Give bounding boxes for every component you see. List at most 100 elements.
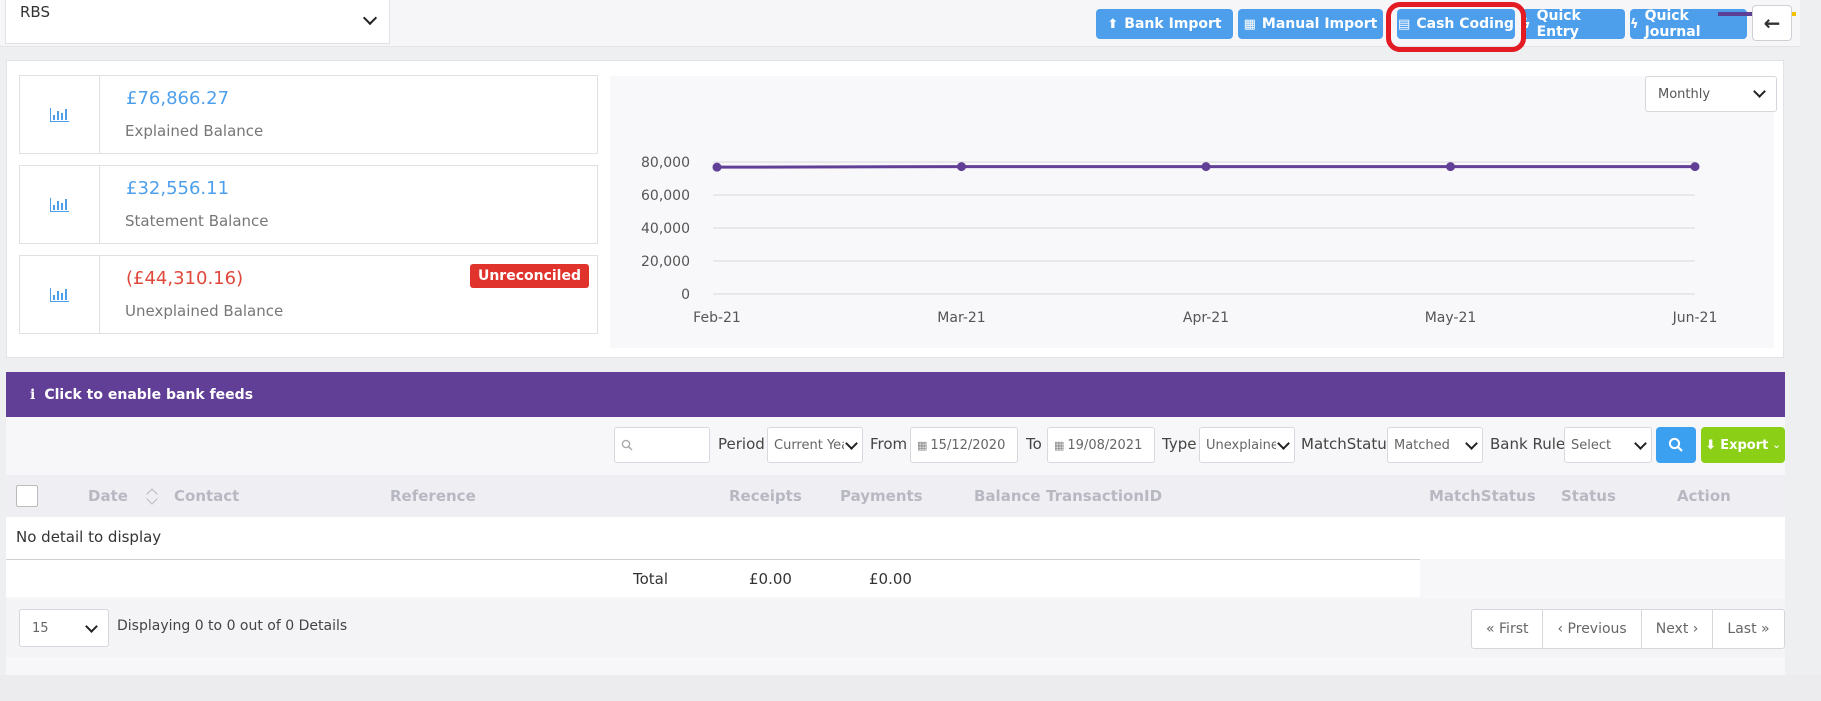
search-icon — [1668, 437, 1683, 452]
last-page-button[interactable]: Last » — [1713, 610, 1783, 648]
chevron-down-icon — [362, 10, 378, 25]
column-payments[interactable]: Payments — [840, 487, 923, 505]
explained-balance-amount: £76,866.27 — [126, 88, 230, 109]
chevron-down-icon — [1277, 436, 1290, 450]
chart-period-select[interactable]: Monthly — [1645, 76, 1777, 112]
data-point — [1201, 162, 1211, 172]
column-match-status[interactable]: MatchStatus — [1429, 487, 1536, 505]
download-icon: ⬇ — [1705, 437, 1717, 453]
data-point — [1690, 162, 1700, 172]
grid-icon: ▦ — [1243, 16, 1256, 32]
data-point — [957, 162, 966, 172]
statement-balance-card: £32,556.11 Statement Balance — [19, 165, 598, 244]
search-input[interactable] — [614, 427, 710, 463]
last-page-label: Last — [1727, 621, 1757, 637]
statement-balance-label: Statement Balance — [125, 212, 269, 230]
type-select[interactable]: Unexplained — [1199, 427, 1295, 463]
bank-rule-label: Bank Rule — [1490, 435, 1566, 453]
column-transaction-id[interactable]: TransactionID — [1046, 487, 1162, 505]
total-payments: £0.00 — [869, 570, 912, 588]
select-all-checkbox[interactable] — [16, 485, 38, 507]
double-chevron-right-icon: » — [1756, 621, 1770, 637]
statement-balance-amount: £32,556.11 — [126, 178, 230, 199]
pager: « First ‹ Previous Next › Last » — [1471, 609, 1785, 649]
caret-down-icon: ⌄ — [1772, 439, 1781, 451]
x-tick-label: Jun-21 — [1672, 310, 1718, 326]
bank-rule-select[interactable]: Select — [1564, 427, 1652, 463]
empty-table-row: No detail to display — [6, 517, 1785, 559]
column-status[interactable]: Status — [1561, 487, 1616, 505]
chevron-down-icon — [85, 619, 98, 633]
card-icon-box — [20, 76, 100, 153]
to-date-input[interactable]: ▦ 19/08/2021 — [1047, 427, 1155, 463]
calendar-icon: ▦ — [1054, 438, 1065, 452]
arrow-left-icon: ← — [1763, 11, 1781, 35]
y-tick-label: 20,000 — [641, 254, 690, 270]
bar-chart-icon — [50, 287, 69, 302]
double-chevron-left-icon: « — [1486, 621, 1500, 637]
balance-summary-panel: £76,866.27 Explained Balance £32,556.11 … — [6, 60, 1784, 358]
enable-bank-feeds-bar[interactable]: i Click to enable bank feeds — [6, 372, 1785, 417]
column-reference[interactable]: Reference — [390, 487, 476, 505]
card-icon-box — [20, 256, 100, 333]
empty-table-text: No detail to display — [16, 528, 162, 546]
quick-entry-button[interactable]: ϟ Quick Entry — [1522, 8, 1625, 40]
chevron-down-icon — [1465, 436, 1478, 450]
period-label: Period — [718, 435, 765, 453]
to-label: To — [1026, 435, 1042, 453]
search-icon — [621, 439, 633, 451]
y-tick-label: 0 — [681, 287, 690, 303]
bank-account-select[interactable]: RBS — [5, 0, 390, 44]
from-date-input[interactable]: ▦ 15/12/2020 — [910, 427, 1018, 463]
bank-account-value: RBS — [20, 2, 50, 21]
column-date[interactable]: Date — [88, 487, 128, 505]
first-page-label: First — [1499, 621, 1529, 637]
info-icon: i — [30, 386, 36, 403]
sort-icon[interactable] — [146, 487, 158, 505]
x-tick-label: May-21 — [1425, 310, 1477, 326]
total-label: Total — [633, 570, 669, 588]
period-value: Current Year — [774, 437, 844, 453]
period-select[interactable]: Current Year — [767, 427, 863, 463]
chevron-left-icon: ‹ — [1557, 621, 1568, 637]
x-tick-label: Apr-21 — [1183, 310, 1229, 326]
unexplained-balance-label: Unexplained Balance — [125, 302, 284, 320]
y-tick-label: 80,000 — [641, 155, 690, 171]
pagination-bar: 15 Displaying 0 to 0 out of 0 Details « … — [6, 599, 1785, 657]
column-balance[interactable]: Balance — [974, 487, 1041, 505]
display-count-text: Displaying 0 to 0 out of 0 Details — [117, 618, 348, 634]
data-point — [712, 162, 722, 172]
column-contact[interactable]: Contact — [174, 487, 239, 505]
search-button[interactable] — [1656, 427, 1696, 463]
chart-period-value: Monthly — [1658, 86, 1711, 102]
filter-bar: Period Current Year From ▦ 15/12/2020 To… — [6, 427, 1785, 463]
x-tick-label: Feb-21 — [693, 310, 741, 326]
transactions-section: Period Current Year From ▦ 15/12/2020 To… — [6, 417, 1785, 675]
page-size-select[interactable]: 15 — [19, 609, 109, 647]
top-toolbar: RBS ⬆ Bank Import ▦ Manual Import ▤ Cash… — [0, 0, 1800, 47]
type-label: Type — [1162, 435, 1197, 453]
balance-chart: Monthly 80,000 60,000 40,000 20,000 0 Feb-21 M… — [610, 76, 1777, 348]
manual-import-button[interactable]: ▦ Manual Import — [1238, 9, 1383, 39]
match-status-select[interactable]: Matched — [1387, 427, 1483, 463]
card-icon-box — [20, 166, 100, 243]
column-receipts[interactable]: Receipts — [729, 487, 802, 505]
match-status-label: MatchStatus — [1301, 435, 1395, 453]
back-button[interactable]: ← — [1752, 5, 1792, 41]
first-page-button[interactable]: « First — [1472, 610, 1544, 648]
bar-chart-icon — [50, 197, 69, 212]
chevron-down-icon — [845, 436, 858, 450]
match-status-value: Matched — [1394, 437, 1450, 453]
export-button[interactable]: ⬇ Export ⌄ — [1701, 427, 1785, 463]
next-page-button[interactable]: Next › — [1642, 610, 1714, 648]
bank-rule-value: Select — [1571, 437, 1612, 453]
type-value: Unexplained — [1206, 437, 1276, 453]
balance-line-chart: 80,000 60,000 40,000 20,000 0Feb-21 Mar-21 Apr… — [641, 155, 1718, 326]
bar-chart-icon — [50, 107, 69, 122]
from-date-value: 15/12/2020 — [930, 437, 1006, 453]
previous-page-button[interactable]: ‹ Previous — [1543, 610, 1642, 648]
page-bottom-edge — [0, 675, 1821, 701]
next-page-label: Next — [1655, 621, 1689, 637]
cash-coding-highlight-ring — [1386, 2, 1526, 52]
bank-import-button[interactable]: ⬆ Bank Import — [1096, 9, 1233, 39]
